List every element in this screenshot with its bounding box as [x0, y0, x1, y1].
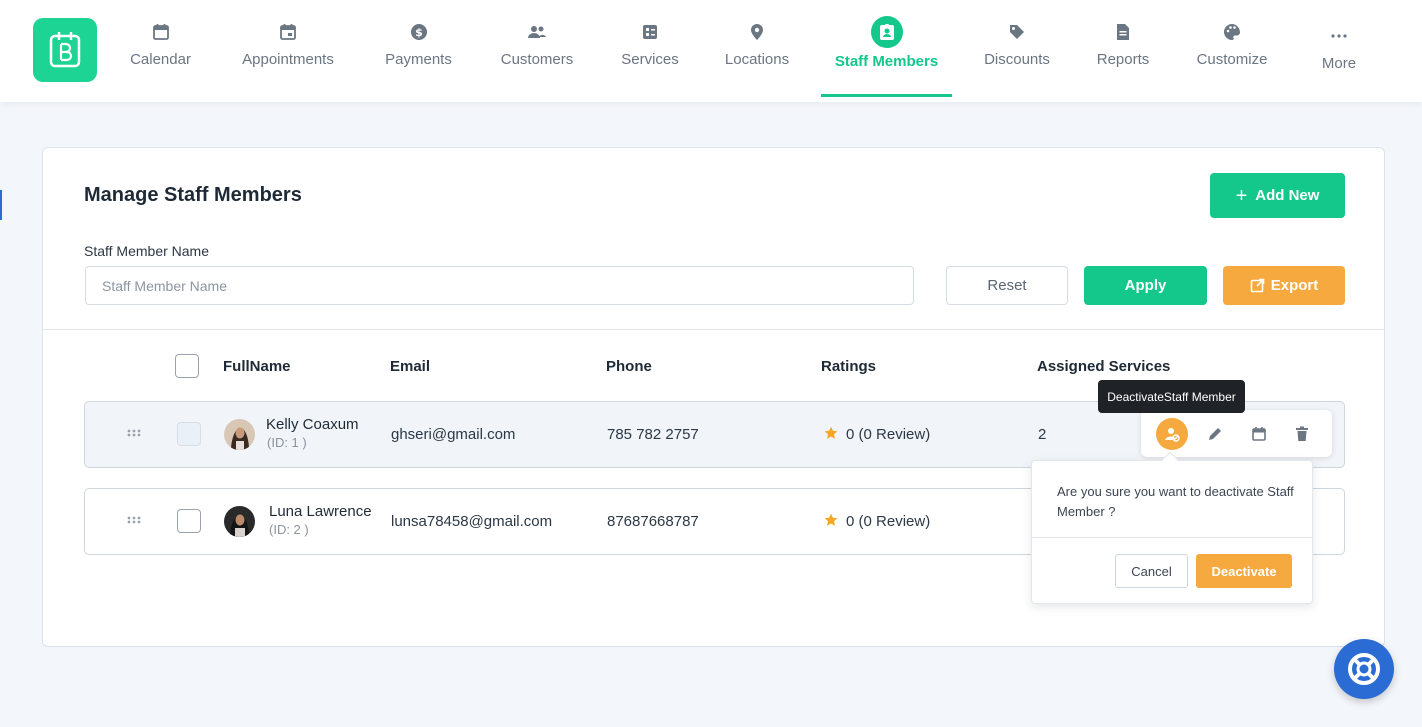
- confirm-message: Are you sure you want to deactivate Staf…: [1057, 484, 1294, 519]
- staff-rating: 0 (0 Review): [846, 426, 931, 443]
- column-header-fullname[interactable]: FullName: [223, 358, 291, 375]
- apply-button[interactable]: Apply: [1084, 266, 1207, 305]
- avatar: [224, 506, 255, 537]
- staff-name[interactable]: Kelly Coaxum: [266, 416, 359, 433]
- nav-label: Services: [621, 51, 679, 68]
- map-pin-icon: [747, 22, 767, 42]
- nav-discounts[interactable]: Discounts: [982, 0, 1052, 102]
- star-icon: [824, 426, 838, 439]
- delete-button[interactable]: [1286, 418, 1318, 450]
- calendar-event-icon: [278, 22, 298, 42]
- nav-label: Locations: [724, 51, 790, 68]
- nav-label: Calendar: [130, 51, 191, 68]
- drag-handle-icon[interactable]: [127, 516, 141, 524]
- staff-id: (ID: 2 ): [269, 522, 309, 537]
- reset-button[interactable]: Reset: [946, 266, 1068, 305]
- add-new-label: Add New: [1255, 187, 1320, 204]
- nav-payments[interactable]: $ Payments: [383, 0, 454, 102]
- nav-services[interactable]: Services: [620, 0, 680, 102]
- active-tab-indicator: [821, 94, 952, 97]
- nav-customers[interactable]: Customers: [498, 0, 576, 102]
- row-checkbox[interactable]: [177, 509, 201, 533]
- deactivate-tooltip: DeactivateStaff Member: [1098, 380, 1245, 413]
- avatar: [224, 419, 255, 450]
- calendar-icon: [1252, 427, 1266, 441]
- app-logo[interactable]: [33, 18, 97, 82]
- nav-label: Appointments: [242, 51, 334, 68]
- staff-badge-icon: [870, 16, 903, 48]
- lifebuoy-icon: [1348, 653, 1380, 685]
- column-header-assigned-services[interactable]: Assigned Services: [1037, 358, 1170, 375]
- staff-members-card: Manage Staff Members + Add New Staff Mem…: [42, 147, 1385, 647]
- row-checkbox[interactable]: [177, 422, 201, 446]
- row-actions: [1141, 410, 1332, 457]
- add-new-button[interactable]: + Add New: [1210, 173, 1345, 218]
- nav-label: Staff Members: [834, 53, 939, 70]
- star-icon: [824, 513, 838, 526]
- plus-icon: +: [1235, 184, 1248, 207]
- top-navigation: Calendar Appointments $ Payments Custome…: [0, 0, 1422, 102]
- more-dots-icon: [1329, 26, 1349, 46]
- export-button[interactable]: Export: [1223, 266, 1345, 305]
- nav-label: Discounts: [984, 51, 1050, 68]
- popover-divider: [1032, 537, 1312, 538]
- deactivate-confirm-button[interactable]: Deactivate: [1196, 554, 1292, 588]
- nav-customize[interactable]: Customize: [1194, 0, 1270, 102]
- staff-phone: 87687668787: [607, 513, 699, 530]
- nav-label: Customize: [1196, 51, 1268, 68]
- nav-label: Customers: [500, 51, 574, 68]
- staff-id: (ID: 1 ): [267, 435, 307, 450]
- staff-email: ghseri@gmail.com: [391, 426, 516, 443]
- help-button[interactable]: [1334, 639, 1394, 699]
- select-all-checkbox[interactable]: [175, 354, 199, 378]
- logo-icon: [49, 32, 81, 68]
- users-icon: [527, 22, 547, 42]
- nav-reports[interactable]: Reports: [1095, 0, 1151, 102]
- pencil-icon: [1209, 428, 1221, 440]
- staff-name-input[interactable]: [85, 266, 914, 305]
- deactivate-button[interactable]: [1156, 418, 1188, 450]
- svg-text:$: $: [415, 26, 423, 39]
- nav-calendar[interactable]: Calendar: [127, 0, 194, 102]
- calendar-icon: [151, 22, 171, 42]
- cancel-button[interactable]: Cancel: [1115, 554, 1188, 588]
- user-deactivate-icon: [1165, 428, 1180, 442]
- left-edge-marker: [0, 190, 2, 220]
- staff-assigned-services: 2: [1038, 426, 1047, 443]
- palette-icon: [1222, 22, 1242, 42]
- staff-phone: 785 782 2757: [607, 426, 699, 443]
- tag-icon: [1007, 22, 1027, 42]
- edit-button[interactable]: [1199, 418, 1231, 450]
- nav-staff-members[interactable]: Staff Members: [821, 0, 952, 102]
- column-header-email[interactable]: Email: [390, 358, 430, 375]
- services-list-icon: [640, 22, 660, 42]
- nav-label: Payments: [385, 51, 452, 68]
- staff-name[interactable]: Luna Lawrence: [269, 503, 372, 520]
- section-divider: [43, 329, 1384, 330]
- dollar-circle-icon: $: [409, 22, 429, 42]
- schedule-button[interactable]: [1243, 418, 1275, 450]
- nav-more[interactable]: More: [1319, 0, 1359, 102]
- drag-handle-icon[interactable]: [127, 429, 141, 437]
- staff-email: lunsa78458@gmail.com: [391, 513, 553, 530]
- column-header-ratings[interactable]: Ratings: [821, 358, 876, 375]
- nav-label: More: [1321, 55, 1357, 72]
- report-file-icon: [1113, 22, 1133, 42]
- staff-rating: 0 (0 Review): [846, 513, 931, 530]
- nav-locations[interactable]: Locations: [723, 0, 791, 102]
- nav-appointments[interactable]: Appointments: [238, 0, 338, 102]
- export-label: Export: [1270, 277, 1319, 294]
- column-header-phone[interactable]: Phone: [606, 358, 652, 375]
- page-title: Manage Staff Members: [84, 184, 302, 206]
- export-icon: [1250, 278, 1265, 293]
- filter-label: Staff Member Name: [84, 243, 210, 259]
- deactivate-confirm-popover: Are you sure you want to deactivate Staf…: [1031, 451, 1313, 604]
- nav-label: Reports: [1096, 51, 1150, 68]
- trash-icon: [1296, 426, 1308, 441]
